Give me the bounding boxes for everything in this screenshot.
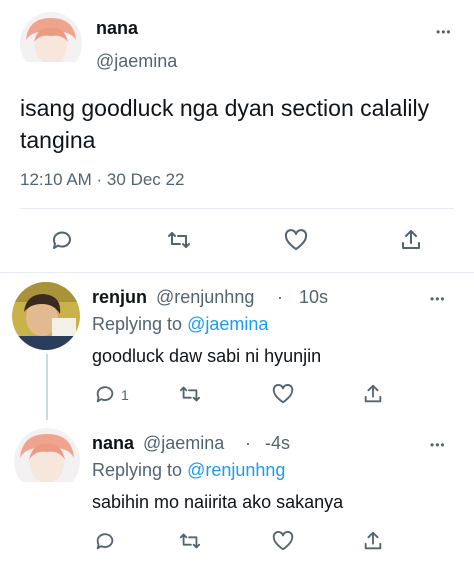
author-handle[interactable]: @renjunhng — [156, 287, 254, 308]
replying-to-label: Replying to — [92, 314, 188, 334]
retweet-icon[interactable] — [178, 530, 202, 552]
more-icon[interactable]: ••• — [436, 26, 452, 38]
tweet-time[interactable]: 10s — [299, 287, 328, 308]
tweet-timestamp[interactable]: 12:10 AM · 30 Dec 22 — [20, 170, 184, 190]
divider — [20, 208, 454, 209]
tweet-text: isang goodluck nga dyan section calalily… — [20, 95, 430, 153]
tweet-text: sabihin mo naiirita ako sakanya — [92, 492, 344, 512]
avatar[interactable] — [20, 12, 82, 74]
thread-line — [46, 354, 48, 420]
reply-count: 1 — [121, 387, 129, 403]
share-icon[interactable] — [399, 228, 423, 252]
author-name[interactable]: nana — [96, 18, 138, 39]
reply-icon[interactable] — [50, 228, 74, 252]
replying-to: Replying to @renjunhng — [92, 460, 285, 481]
tweet-text: goodluck daw sabi ni hyunjin — [92, 346, 322, 366]
like-icon[interactable] — [283, 228, 309, 252]
retweet-icon[interactable] — [166, 228, 192, 252]
retweet-icon[interactable] — [178, 383, 202, 405]
author-handle[interactable]: @jaemina — [143, 433, 224, 454]
separator-dot: · — [245, 433, 251, 453]
reply-icon[interactable] — [94, 383, 116, 405]
reply-icon[interactable] — [94, 530, 116, 552]
more-icon[interactable]: ••• — [430, 293, 446, 305]
divider — [0, 272, 474, 273]
tweet-time[interactable]: -4s — [265, 433, 290, 454]
like-icon[interactable] — [271, 530, 295, 552]
author-handle[interactable]: @jaemina — [96, 51, 177, 72]
replying-to-label: Replying to — [92, 460, 188, 480]
replying-to-link[interactable]: @renjunhng — [187, 460, 285, 480]
author-name[interactable]: renjun — [92, 287, 147, 308]
author-name[interactable]: nana — [92, 433, 134, 454]
replying-to-link[interactable]: @jaemina — [187, 314, 268, 334]
share-icon[interactable] — [362, 383, 384, 405]
replying-to: Replying to @jaemina — [92, 314, 268, 335]
more-icon[interactable]: ••• — [430, 439, 446, 451]
avatar[interactable] — [14, 428, 80, 494]
avatar[interactable] — [12, 282, 80, 350]
like-icon[interactable] — [271, 383, 295, 405]
share-icon[interactable] — [362, 530, 384, 552]
separator-dot: · — [277, 287, 283, 307]
